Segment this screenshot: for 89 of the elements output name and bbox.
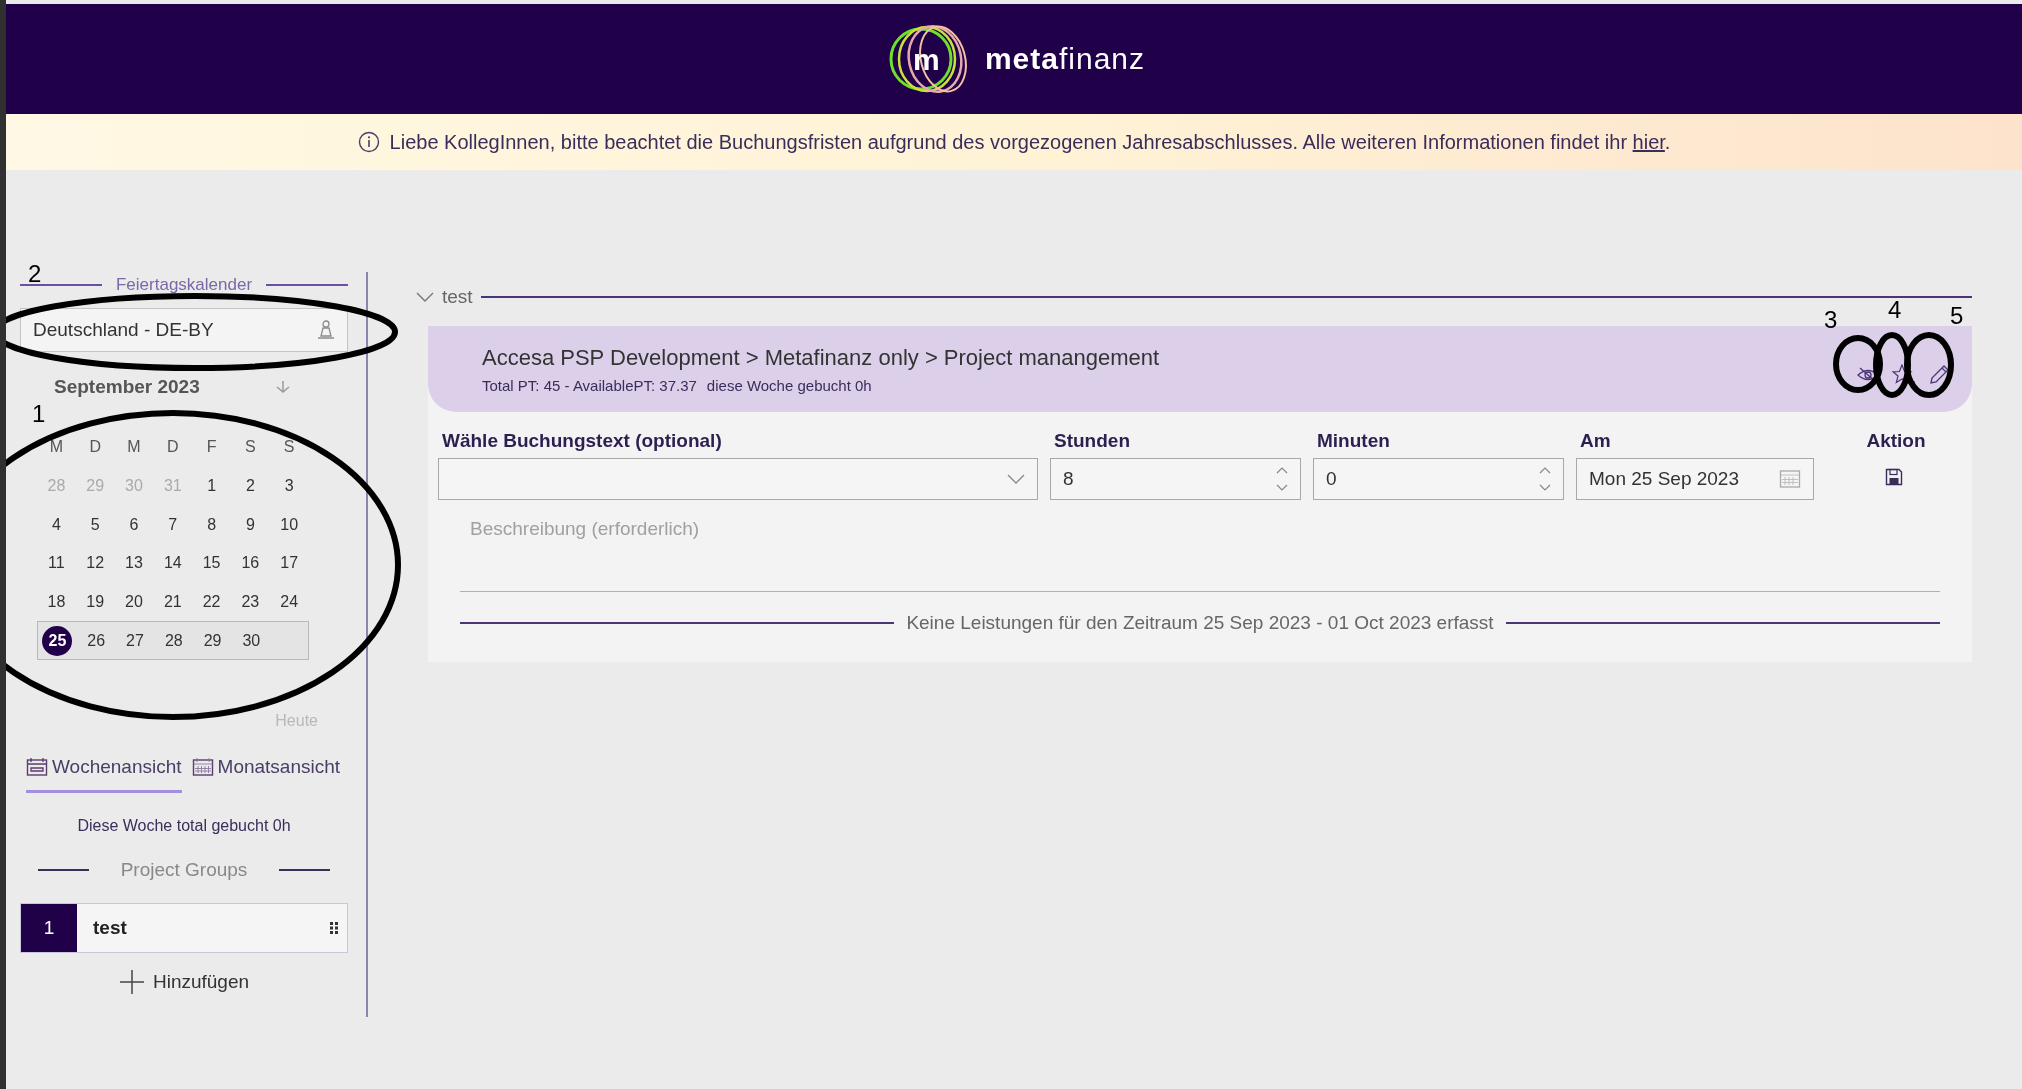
section-heading: Feiertagskalender: [115, 275, 253, 295]
calendar-day[interactable]: 29: [197, 625, 228, 656]
calendar-day[interactable]: 20: [119, 587, 149, 618]
field-label: Am: [1579, 430, 1612, 453]
calendar-day[interactable]: 17: [274, 548, 305, 579]
field-label: Stunden: [1053, 430, 1131, 453]
pencil-icon[interactable]: [1928, 364, 1950, 386]
calendar-day[interactable]: 19: [80, 587, 111, 618]
calendar-day[interactable]: 22: [196, 587, 227, 618]
save-icon[interactable]: [1885, 468, 1903, 486]
calendar-day[interactable]: 8: [196, 509, 227, 540]
calendar-day[interactable]: 5: [80, 509, 111, 540]
calendar-day[interactable]: 26: [81, 625, 112, 656]
info-link[interactable]: hier: [1632, 130, 1665, 153]
notice-text: Liebe KollegInnen, bitte beachtet die Buchungsfristen aufgrund des vorgezogenen Jahresabschlusses. Alle weiteren Informationen findet ihr hier.: [389, 130, 1671, 154]
pawn-icon: [317, 320, 335, 340]
project-path: Accesa PSP Development > Metafinanz only > Project manangement: [482, 344, 1161, 371]
hours-field[interactable]: 8: [1050, 458, 1301, 500]
annotation-number: 3: [1824, 308, 1838, 332]
annotation-number: 2: [28, 262, 42, 286]
calendar-day[interactable]: 7: [157, 509, 188, 540]
calendar-day[interactable]: 27: [120, 625, 150, 656]
description-field[interactable]: Beschreibung (erforderlich): [460, 514, 1940, 592]
annotation-ellipse: [1833, 335, 1883, 393]
booking-text-dropdown[interactable]: [438, 458, 1038, 500]
chevron-down-icon: [1007, 474, 1025, 484]
calendar-day[interactable]: 11: [41, 548, 72, 579]
week-booked-text: diese Woche gebucht 0h: [706, 376, 872, 394]
weekday-label: F: [206, 438, 217, 457]
field-label: Aktion: [1865, 430, 1926, 453]
calendar-day[interactable]: 9: [235, 509, 266, 540]
calendar-day[interactable]: 14: [157, 548, 188, 579]
date-field[interactable]: Mon 25 Sep 2023: [1576, 458, 1814, 500]
minutes-field[interactable]: 0: [1313, 458, 1564, 500]
calendar-icon[interactable]: [1779, 469, 1801, 489]
weekday-label: D: [167, 438, 179, 457]
week-total-text: Diese Woche total gebucht 0h: [76, 817, 292, 836]
annotation-number: 1: [32, 402, 46, 426]
group-number: 1: [21, 904, 77, 953]
month-label[interactable]: September 2023: [54, 376, 200, 398]
project-group-item[interactable]: 1 test: [20, 903, 348, 954]
down-arrow-icon[interactable]: [274, 380, 292, 394]
calendar-day[interactable]: 21: [157, 587, 188, 618]
calendar-day[interactable]: 28: [158, 625, 189, 656]
calendar-day[interactable]: 16: [235, 548, 266, 579]
calendar-day[interactable]: 3: [274, 471, 305, 502]
spinner-arrows-icon[interactable]: [1539, 465, 1551, 493]
annotation-ellipse: [1873, 332, 1911, 398]
add-button[interactable]: Hinzufügen: [114, 965, 254, 1000]
calendar-day[interactable]: 13: [119, 548, 149, 579]
weekday-label: M: [127, 438, 141, 457]
weekday-label: S: [245, 438, 256, 457]
field-label: Wähle Buchungstext (optional): [441, 430, 723, 453]
calendar-day[interactable]: 24: [274, 587, 305, 618]
calendar-day[interactable]: 12: [80, 548, 111, 579]
view-tab[interactable]: Wochenansicht: [26, 750, 182, 794]
field-label: Minuten: [1316, 430, 1391, 453]
drag-handle-icon[interactable]: [329, 921, 339, 936]
star-plus-icon[interactable]: [1892, 364, 1916, 386]
calendar-day[interactable]: 15: [196, 548, 227, 579]
logo-text: metafinanz: [984, 42, 1146, 76]
weekday-label: S: [283, 438, 295, 457]
plus-icon: [118, 969, 145, 996]
calendar-day[interactable]: 10: [274, 509, 305, 540]
calendar-day[interactable]: 2: [235, 471, 266, 502]
spinner-arrows-icon[interactable]: [1276, 465, 1288, 493]
calendar-day[interactable]: 1: [196, 471, 227, 502]
annotation-number: 4: [1888, 298, 1902, 322]
annotation-number: 5: [1950, 304, 1964, 328]
calendar-day[interactable]: 6: [119, 509, 149, 540]
info-icon: [357, 131, 380, 153]
view-tab[interactable]: Monatsansicht: [191, 750, 341, 794]
calendar-day[interactable]: 23: [235, 587, 266, 618]
calendar-month-icon: [191, 757, 214, 778]
chevron-down-icon[interactable]: [416, 291, 434, 303]
calendar-day[interactable]: 4: [41, 509, 72, 540]
empty-message: Keine Leistungen für den Zeitraum 25 Sep 2023 - 01 Oct 2023 erfasst: [906, 612, 1494, 634]
holiday-calendar-field[interactable]: Deutschland - DE-BY: [20, 308, 348, 352]
project-stats: Total PT: 45 - AvailablePT: 37.37: [482, 376, 697, 394]
calendar-day[interactable]: 18: [41, 587, 72, 618]
section-heading: Project Groups: [120, 859, 248, 882]
weekday-label: M: [49, 438, 64, 457]
group-title[interactable]: test: [442, 286, 473, 308]
calendar-day[interactable]: 30: [236, 625, 267, 656]
weekday-label: D: [89, 438, 101, 457]
calendar-day[interactable]: 25: [42, 625, 73, 656]
calendar-week-icon: [26, 757, 48, 778]
group-name: test: [92, 917, 128, 940]
annotation-ellipse: [1904, 332, 1954, 398]
